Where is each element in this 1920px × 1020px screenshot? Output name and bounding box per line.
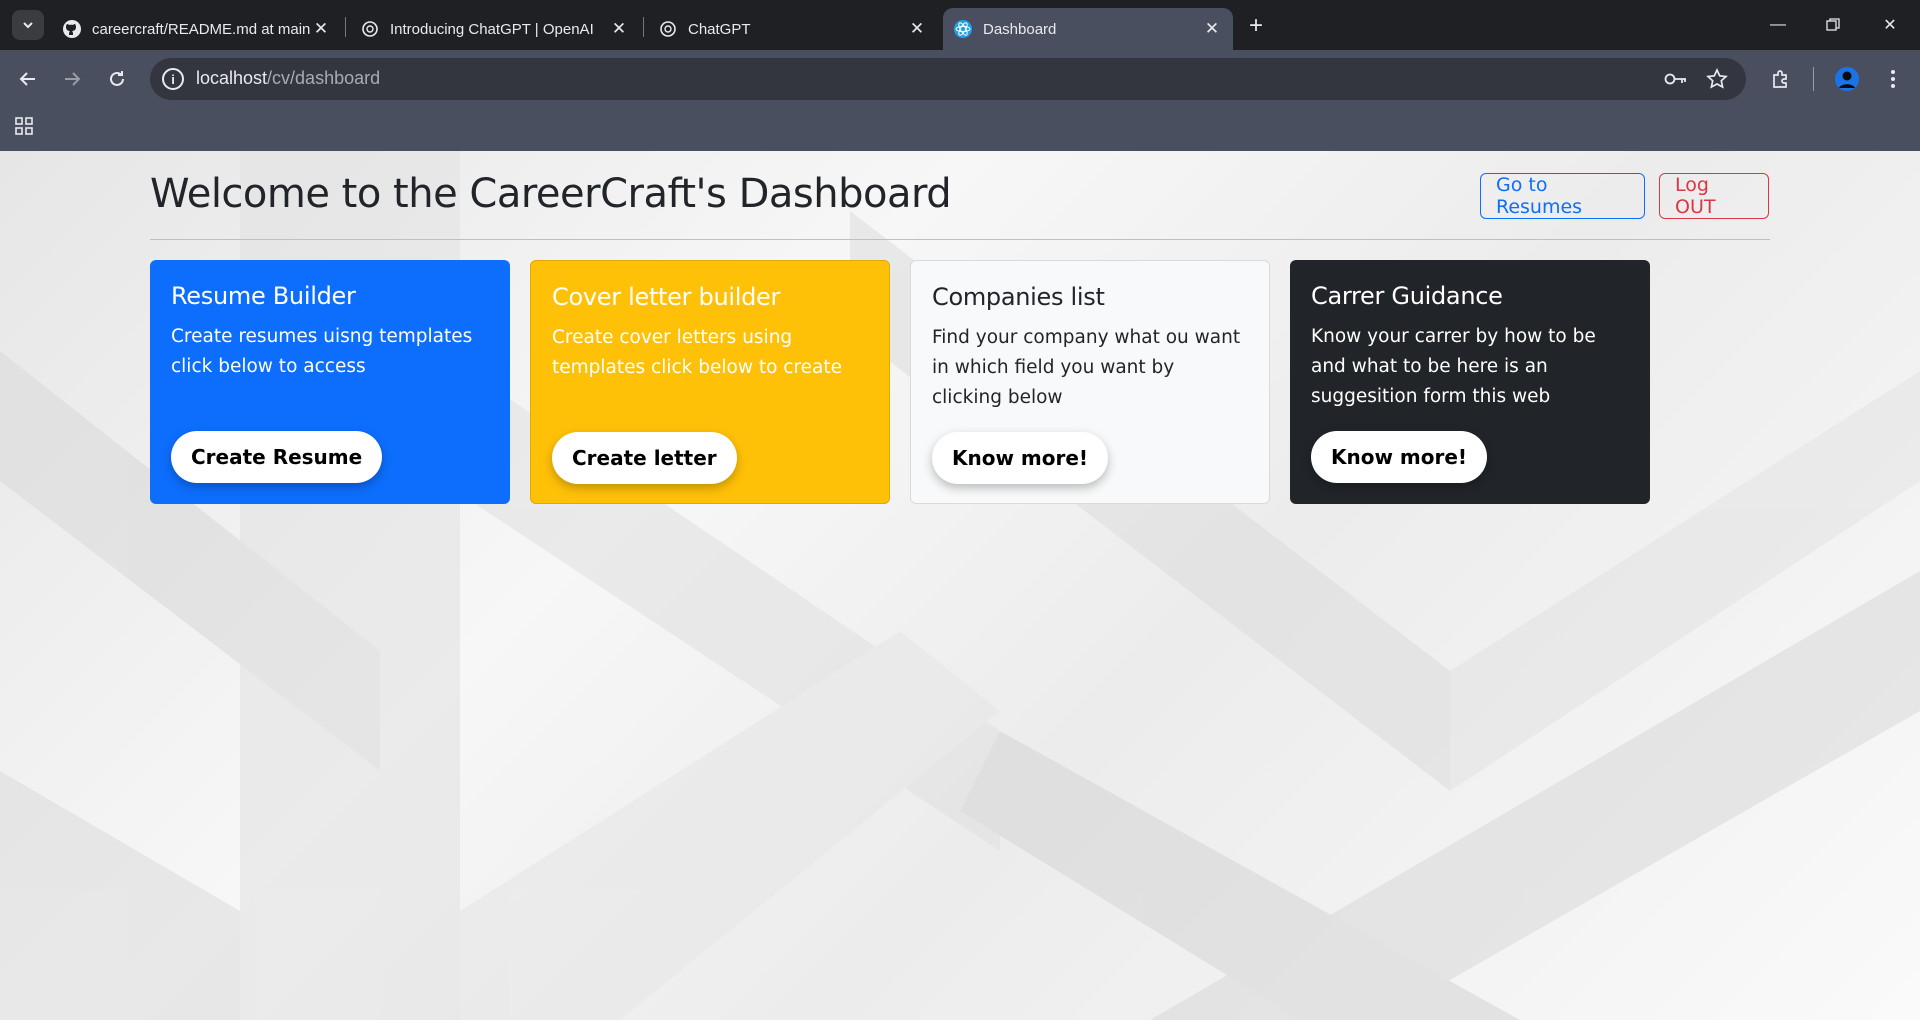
more-menu-icon[interactable] — [1880, 66, 1906, 92]
toolbar-separator — [1813, 67, 1814, 91]
page-title: Welcome to the CareerCraft's Dashboard — [150, 171, 952, 217]
react-icon — [953, 19, 973, 39]
card-title: Resume Builder — [171, 282, 356, 310]
header-divider — [150, 239, 1770, 240]
tab-title: Dashboard — [983, 20, 1057, 38]
tab-title: Introducing ChatGPT | OpenAI — [390, 20, 594, 38]
go-to-resumes-button[interactable]: Go to Resumes — [1480, 173, 1645, 219]
restore-icon[interactable] — [1813, 12, 1853, 38]
career-guidance-card: Carrer Guidance Know your carrer by how … — [1290, 260, 1650, 504]
card-title: Cover letter builder — [552, 283, 781, 311]
close-icon[interactable]: ✕ — [906, 18, 928, 40]
tab-separator — [345, 17, 346, 37]
url-path: /cv/dashboard — [267, 68, 381, 88]
cover-letter-card: Cover letter builder Create cover letter… — [530, 260, 890, 504]
chevron-down-icon — [23, 22, 33, 29]
companies-know-more-button[interactable]: Know more! — [932, 432, 1109, 484]
star-icon[interactable] — [1704, 66, 1730, 92]
back-icon[interactable] — [12, 63, 44, 95]
key-icon[interactable] — [1663, 66, 1689, 92]
tab-strip: careercraft/README.md at main ✕ Introduc… — [0, 0, 1920, 50]
companies-list-card: Companies list Find your company what ou… — [910, 260, 1270, 504]
card-title: Carrer Guidance — [1311, 282, 1503, 310]
openai-icon — [658, 19, 678, 39]
window-close-icon[interactable]: ✕ — [1870, 12, 1910, 38]
new-tab-button[interactable]: + — [1242, 12, 1270, 40]
logout-button[interactable]: Log OUT — [1659, 173, 1769, 219]
tab-title: ChatGPT — [688, 20, 751, 38]
create-letter-button[interactable]: Create letter — [552, 432, 737, 484]
reload-icon[interactable] — [101, 63, 133, 95]
resume-builder-card: Resume Builder Create resumes uisng temp… — [150, 260, 510, 504]
openai-icon — [360, 19, 380, 39]
close-icon[interactable]: ✕ — [310, 18, 332, 40]
apps-grid-icon[interactable] — [14, 116, 34, 136]
card-text: Know your carrer by how to be and what t… — [1311, 326, 1596, 407]
tab-openai[interactable]: Introducing ChatGPT | OpenAI ✕ — [350, 8, 640, 50]
tab-dashboard[interactable]: Dashboard ✕ — [943, 8, 1233, 50]
forward-icon[interactable] — [56, 63, 88, 95]
close-icon[interactable]: ✕ — [608, 18, 630, 40]
url-host: localhost — [196, 68, 268, 88]
bookmarks-bar — [0, 108, 1920, 151]
tab-chatgpt[interactable]: ChatGPT ✕ — [648, 8, 938, 50]
extensions-icon[interactable] — [1768, 66, 1794, 92]
tab-title: careercraft/README.md at main — [92, 20, 310, 38]
tab-separator — [643, 17, 644, 37]
card-text: Find your company what ou want in which … — [932, 327, 1241, 408]
card-text: Create resumes uisng templates click bel… — [171, 326, 473, 377]
close-icon[interactable]: ✕ — [1201, 18, 1223, 40]
tab-github[interactable]: careercraft/README.md at main ✕ — [52, 8, 342, 50]
dashboard-page: Welcome to the CareerCraft's Dashboard G… — [0, 151, 1920, 1020]
guidance-know-more-button[interactable]: Know more! — [1311, 431, 1488, 483]
github-icon — [62, 19, 82, 39]
tab-search-button[interactable] — [12, 10, 44, 40]
minimize-icon[interactable]: — — [1758, 12, 1798, 38]
profile-avatar-icon[interactable] — [1834, 66, 1860, 92]
site-info-icon[interactable]: i — [162, 68, 184, 90]
url-text[interactable]: localhost/cv/dashboard — [196, 68, 380, 89]
card-title: Companies list — [932, 283, 1105, 311]
address-bar[interactable] — [150, 58, 1746, 100]
create-resume-button[interactable]: Create Resume — [171, 431, 383, 483]
card-text: Create cover letters using templates cli… — [552, 327, 843, 378]
